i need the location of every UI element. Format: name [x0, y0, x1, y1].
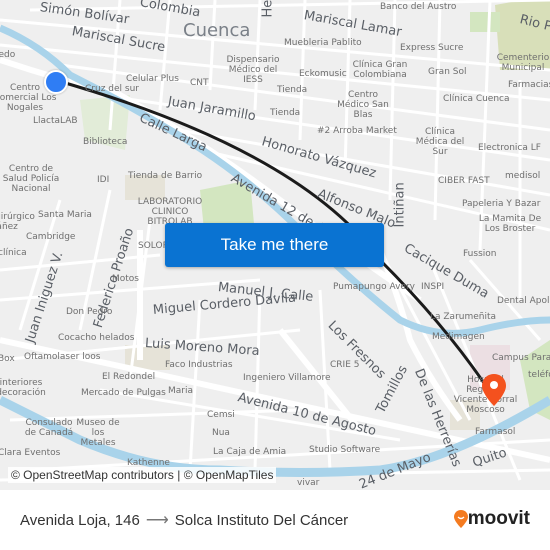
poi-label: Studio Software [309, 445, 381, 455]
destination-name: Solca Instituto Del Cáncer [174, 511, 349, 529]
poi-label: Motos [112, 274, 139, 284]
park [470, 12, 500, 32]
poi-label: Papeleria Y Bazar [462, 199, 541, 209]
poi-label: La Zarumeñita [430, 312, 497, 322]
poi-label: Tienda [277, 85, 308, 95]
poi-label: Oftamolaser loos [24, 352, 101, 362]
poi-label: Clínica Cuenca [443, 94, 510, 104]
poi-label: Cementerio Municipal [496, 53, 550, 73]
origin-name: Avenida Loja, 146 [20, 511, 140, 529]
poi-label: Farmasol [475, 427, 516, 437]
moovit-logo[interactable]: moovit [453, 508, 530, 530]
poi-label: Banco del Austro [380, 2, 457, 12]
poi-label: Clínica Médica del Sur [415, 127, 465, 157]
map-pin-icon [482, 374, 506, 406]
arrow-right-icon: ⟶ [145, 512, 169, 529]
poi-label: Biblioteca [83, 137, 128, 147]
map-attribution[interactable]: © OpenStreetMap contributors | © OpenMap… [8, 467, 277, 483]
street-label: Hermano Miguel [261, 0, 276, 18]
poi-label: Ingeniero Villamore [243, 373, 331, 383]
poi-label: Dental Apolo [497, 296, 550, 306]
poi-label: Centro Médico San Blas [337, 90, 389, 120]
poi-label: Clara Eventos [0, 448, 61, 458]
poi-label: Cocacho helados [58, 333, 135, 343]
brand-name: moovit [467, 508, 530, 529]
poi-label: CRIE 5 [330, 360, 360, 370]
poi-label: ledo [0, 50, 16, 60]
street-label: Intiñan [392, 182, 408, 228]
poi-label: Fussion [463, 249, 497, 259]
city-label: Cuenca [183, 20, 251, 41]
poi-label: Santa Maria [38, 210, 92, 220]
poi-label: INSPI [421, 282, 445, 292]
map-view[interactable]: Cuenca Simón Bolívar Colombia Mariscal S… [0, 0, 550, 490]
poi-label: Museo de los Metales [76, 418, 120, 448]
poi-label: Tienda [270, 108, 301, 118]
poi-label: LlactaLAB [33, 116, 78, 126]
poi-label: Mercado de Pulgas [81, 388, 166, 398]
poi-label: Express Sucre [400, 43, 464, 53]
poi-label: Nua [212, 428, 230, 438]
poi-label: Faco Industrias [165, 360, 233, 370]
poi-label: Dispensario Médico del IESS [226, 55, 280, 85]
poi-label: vivar [297, 478, 320, 488]
poi-label: IDI [97, 175, 110, 185]
poi-label: CIBER FAST [438, 176, 490, 186]
poi-label: medisol [505, 171, 541, 181]
poi-label: Pumapungo Avery [333, 282, 415, 292]
moovit-pin-icon [453, 510, 468, 528]
poi-label: Tienda de Barrio [128, 171, 203, 181]
poi-label: teléfono [528, 370, 550, 380]
poi-label: La Caja de Amia [213, 447, 287, 457]
poi-label: El Redondel [102, 372, 156, 382]
poi-label: clínica [0, 248, 27, 258]
poi-label: Clínica Gran Colombiana [352, 60, 408, 80]
take-me-there-button[interactable]: Take me there [165, 223, 384, 267]
poi-label: Electronica LF [478, 143, 541, 153]
poi-label: Box [0, 354, 15, 364]
poi-label: Don Pedro [66, 307, 113, 317]
poi-label: #2 Arroba Market [317, 126, 397, 136]
origin-marker[interactable] [44, 70, 68, 94]
poi-label: Farmacias [508, 80, 550, 90]
route-summary: Avenida Loja, 146 ⟶ Solca Instituto Del … [20, 510, 348, 530]
poi-label: Cemsi [207, 410, 235, 420]
poi-label: La Mamita De Los Broster [478, 214, 542, 234]
poi-label: Muebleria Pablito [284, 38, 362, 48]
poi-label: Medimagen [432, 332, 485, 342]
poi-label: Maria [168, 386, 193, 396]
poi-label: Gran Sol [428, 67, 467, 77]
poi-label: CNT [190, 78, 209, 88]
poi-label: Celular Plus [126, 74, 179, 84]
poi-label: Cruz del sur [85, 84, 139, 94]
poi-label: interiores decoración [0, 378, 46, 398]
poi-label: Campus Paraíso [492, 353, 550, 363]
poi-label: Centro de Salud Policía Nacional [2, 164, 60, 194]
poi-label: Cambridge [26, 232, 76, 242]
poi-label: Quirúrgico Ibáñez [0, 212, 35, 232]
poi-label: Eckomusic [299, 69, 347, 79]
poi-label: Consulado de Canadá [24, 418, 74, 438]
destination-marker[interactable] [482, 374, 506, 411]
